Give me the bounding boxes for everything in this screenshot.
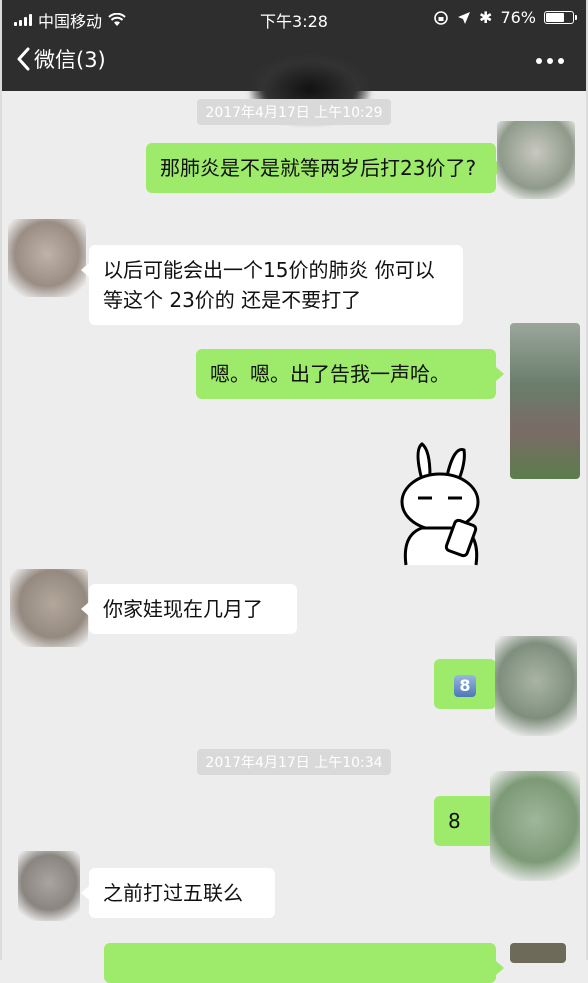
more-dot [558,58,564,64]
nav-bar: 微信(3) [0,34,588,124]
status-bar: 中国移动 下午3:28 ✱ 76% [0,0,588,34]
my-avatar[interactable] [497,121,575,199]
message-bubble-outgoing[interactable] [104,943,504,983]
contact-avatar[interactable] [8,219,86,297]
keycap-8-emoji: 8 [454,674,476,697]
my-avatar[interactable] [510,943,566,963]
message-bubble-incoming[interactable]: 你家娃现在几月了 [81,584,297,634]
battery-icon [544,11,577,24]
top-bar: 中国移动 下午3:28 ✱ 76% 微信(3) [0,0,588,124]
more-button[interactable] [536,58,564,64]
rotation-lock-icon [434,10,448,25]
chat-area[interactable]: 2017年4月17日 上午10:29 那肺炎是不是就等两岁后打23价了? 以后可… [0,91,588,983]
my-avatar[interactable] [490,771,580,881]
my-avatar[interactable] [495,636,577,736]
message-bubble-incoming[interactable]: 以后可能会出一个15价的肺炎 你可以等这个 23价的 还是不要打了 [81,245,463,325]
rabbit-sticker[interactable] [392,440,492,570]
message-bubble-outgoing[interactable]: 那肺炎是不是就等两岁后打23价了? [146,143,504,193]
back-label: 微信(3) [34,48,106,72]
location-icon [458,11,471,24]
contact-avatar[interactable] [18,851,80,921]
my-avatar[interactable] [510,323,580,479]
more-dot [547,58,553,64]
bluetooth-icon: ✱ [479,8,493,27]
chevron-left-icon [17,47,30,71]
battery-fill [546,13,565,22]
contact-avatar[interactable] [10,569,88,647]
message-bubble-outgoing[interactable]: 嗯。嗯。出了告我一声哈。 [196,349,504,399]
message-bubble-incoming[interactable]: 之前打过五联么 [81,868,275,918]
more-dot [536,58,542,64]
left-edge [0,0,2,960]
back-button[interactable]: 微信(3) [16,44,106,74]
message-bubble-outgoing[interactable]: 8 [434,659,504,709]
message-bubble-outgoing[interactable]: 8 [434,796,504,846]
battery-percent: 76% [500,8,536,27]
